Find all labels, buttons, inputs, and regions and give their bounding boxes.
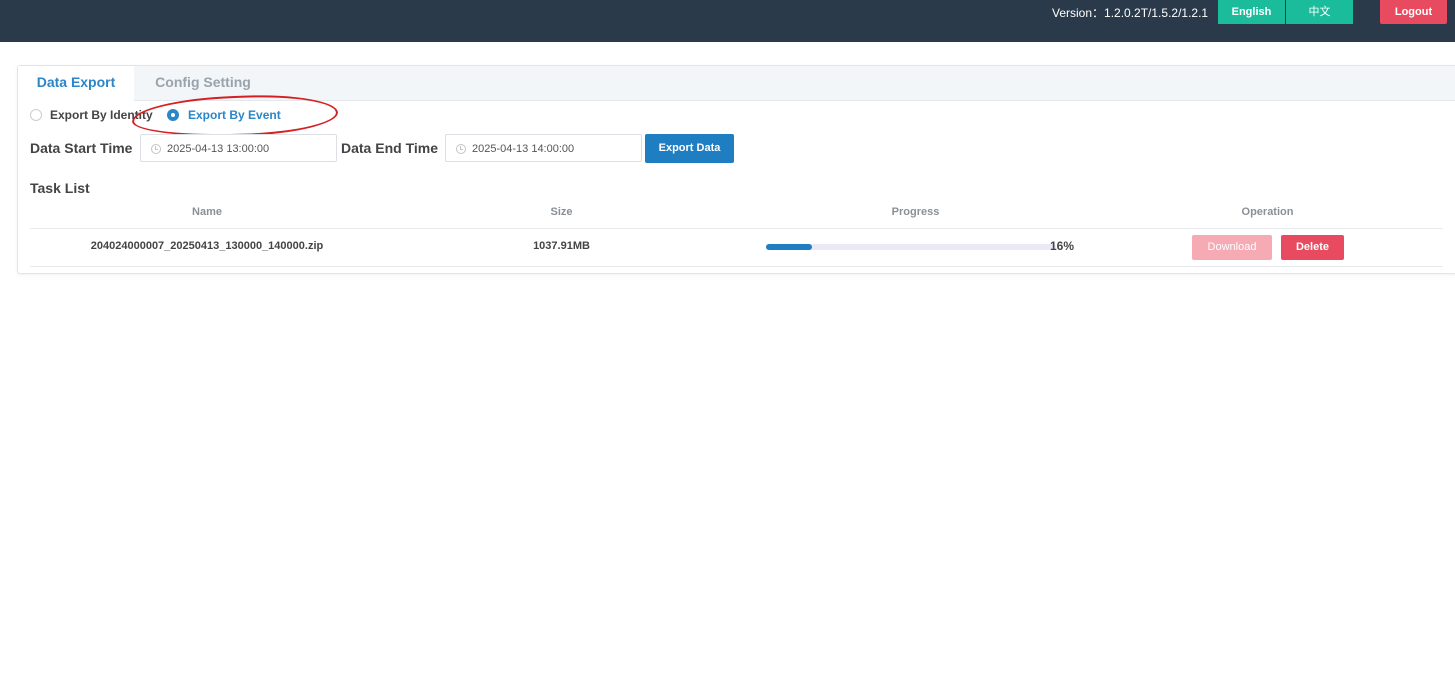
table-row: 204024000007_20250413_130000_140000.zip … (30, 229, 1443, 267)
english-language-button[interactable]: English (1218, 0, 1285, 24)
column-header-size: Size (550, 206, 573, 218)
clock-icon (456, 144, 466, 154)
task-list-table: Name Size Progress Operation 20402400000… (30, 201, 1443, 267)
column-header-operation: Operation (1241, 206, 1294, 218)
tab-data-export[interactable]: Data Export (18, 66, 134, 102)
progress-bar (766, 244, 1056, 250)
progress-percent: 16% (1050, 239, 1075, 253)
export-by-event-label[interactable]: Export By Event (188, 106, 281, 124)
data-start-time-value: 2025-04-13 13:00:00 (167, 143, 270, 155)
column-header-name: Name (192, 206, 222, 218)
clock-icon (151, 144, 161, 154)
export-by-identity-radio[interactable] (30, 109, 42, 121)
delete-button[interactable]: Delete (1281, 235, 1344, 260)
data-end-time-label: Data End Time (341, 140, 438, 156)
logout-button[interactable]: Logout (1380, 0, 1447, 24)
version-text: Version：1.2.0.2T/1.5.2/1.2.1 (1052, 6, 1209, 20)
data-start-time-input[interactable]: 2025-04-13 13:00:00 (140, 134, 337, 162)
column-header-progress: Progress (891, 206, 940, 218)
data-end-time-input[interactable]: 2025-04-13 14:00:00 (445, 134, 642, 162)
table-header: Name Size Progress Operation (30, 201, 1443, 229)
export-by-identity-label[interactable]: Export By Identity (50, 106, 153, 124)
download-button[interactable]: Download (1192, 235, 1272, 260)
export-by-event-radio[interactable] (167, 109, 179, 121)
top-bar: Version：1.2.0.2T/1.5.2/1.2.1 English 中文 … (0, 0, 1455, 42)
progress-bar-fill (766, 244, 813, 250)
tab-bar: Data Export Config Setting (18, 66, 1455, 102)
tab-config-setting[interactable]: Config Setting (134, 66, 272, 101)
task-file-size: 1037.91MB (533, 240, 590, 252)
export-data-button[interactable]: Export Data (645, 134, 734, 163)
task-file-name: 204024000007_20250413_130000_140000.zip (90, 240, 324, 252)
task-list-title: Task List (30, 180, 90, 196)
data-export-panel: Data Export Config Setting Export By Ide… (17, 65, 1455, 274)
data-start-time-label: Data Start Time (30, 140, 133, 156)
data-end-time-value: 2025-04-13 14:00:00 (472, 143, 575, 155)
chinese-language-button[interactable]: 中文 (1286, 0, 1353, 24)
